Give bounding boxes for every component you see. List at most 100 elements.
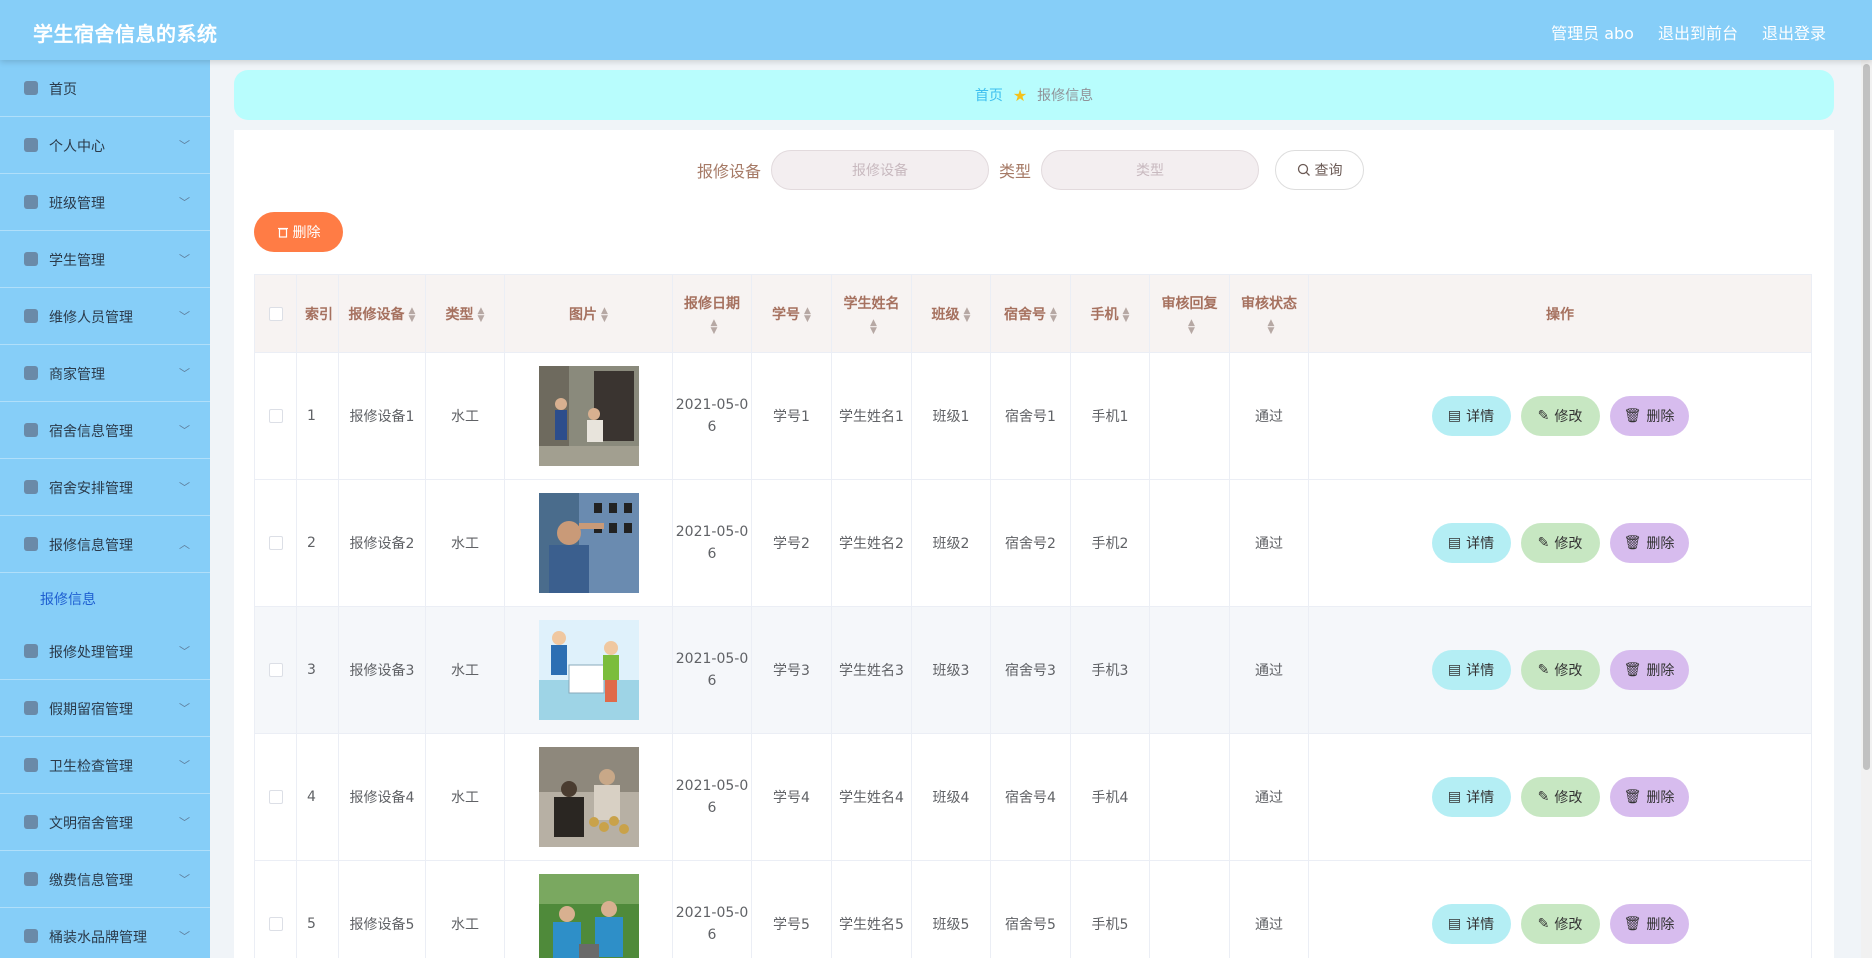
detail-button[interactable]: ▤ 详情 [1431,904,1511,944]
sort-icon[interactable]: ▲ ▼ [804,306,811,323]
edit-button[interactable]: ✎ 修改 [1520,904,1600,944]
chevron-icon: ﹀ [179,481,190,494]
table-row[interactable]: 1 报修设备1 水工 2021-05-0 6 学号1 学生姓名1 班级1 宿舍号1 手机1 通过 ▤ 详… [254,352,1812,480]
sidebar-item[interactable]: 宿舍安排管理 ﹀ [0,459,210,516]
sidebar-item[interactable]: 报修信息管理 ︿ [0,516,210,573]
column-header[interactable]: 图片 ▲ ▼ [504,274,673,353]
detail-button[interactable]: ▤ 详情 [1431,523,1511,563]
column-header[interactable]: 学号 ▲ ▼ [751,274,832,353]
repair-photo[interactable] [538,493,639,593]
column-header[interactable]: 报修设备 ▲ ▼ [338,274,426,353]
tool-icon [24,309,38,323]
detail-button[interactable]: ▤ 详情 [1431,650,1511,690]
class-cell: 班级1 [911,352,991,480]
repair-photo[interactable] [538,366,639,466]
edit-button[interactable]: ✎ 修改 [1520,650,1600,690]
chevron-icon: ︿ [179,538,190,551]
column-header[interactable]: 报修日期 ▲ ▼ [672,274,752,353]
delete-button[interactable]: 🗑 删除 [1609,523,1689,563]
sort-icon[interactable]: ▲ ▼ [711,318,718,335]
sort-icon[interactable]: ▲ ▼ [478,306,485,323]
sidebar-item-label: 宿舍安排管理 [49,481,133,497]
column-header[interactable]: 类型 ▲ ▼ [425,274,505,353]
sidebar-item[interactable]: 商家管理 ﹀ [0,345,210,402]
delete-button[interactable]: 🗑 删除 [1609,650,1689,690]
column-header-label: 报修设备 [348,306,405,323]
sidebar-item[interactable]: 假期留宿管理 ﹀ [0,680,210,737]
review-status-cell: 通过 [1229,479,1309,607]
sidebar-item[interactable]: 班级管理 ﹀ [0,174,210,231]
query-button[interactable]: 查询 [1275,150,1365,190]
sidebar-item[interactable]: 宿舍信息管理 ﹀ [0,402,210,459]
sort-icon[interactable]: ▲ ▼ [1268,318,1275,335]
scrollbar-thumb[interactable] [1863,64,1870,770]
column-header[interactable]: 手机 ▲ ▼ [1070,274,1150,353]
chevron-icon: ﹀ [179,816,190,829]
date-part: 2021-05-0 [675,905,749,921]
sidebar-item[interactable]: 报修处理管理 ﹀ [0,623,210,680]
chevron-icon: ﹀ [179,759,190,772]
edit-button[interactable]: ✎ 修改 [1520,396,1600,436]
delete-button[interactable]: 🗑 删除 [1609,777,1689,817]
actions-cell: ▤ 详情 ✎ 修改 🗑 删除 [1308,352,1812,480]
type-search-input[interactable]: 类型 [1041,150,1260,190]
sort-icon[interactable]: ▲ ▼ [409,306,416,323]
sort-icon[interactable]: ▲ ▼ [870,318,877,335]
sort-icon[interactable]: ▲ ▼ [1050,306,1057,323]
sort-icon[interactable]: ▲ ▼ [1123,306,1130,323]
sidebar-item[interactable]: 首页 [0,60,210,117]
sort-icon[interactable]: ▲ ▼ [1188,318,1195,335]
sidebar-item-label: 首页 [49,82,77,98]
delete-button[interactable]: 🗑 删除 [1609,396,1689,436]
edit-button[interactable]: ✎ 修改 [1520,777,1600,817]
table-row[interactable]: 5 报修设备5 水工 2021-05-0 6 学号5 学生姓名5 班级5 宿舍号5 手机5 通过 ▤ 详… [254,860,1812,958]
student-name-cell: 学生姓名5 [831,860,912,958]
detail-button[interactable]: ▤ 详情 [1431,396,1511,436]
breadcrumb-home[interactable]: 首页 [975,85,1003,105]
sort-icon[interactable]: ▲ ▼ [964,306,971,323]
sidebar-subitem-label: 报修信息 [40,592,96,608]
logout-link[interactable]: 退出登录 [1762,20,1826,44]
column-header[interactable]: 宿舍号 ▲ ▼ [990,274,1071,353]
review-status-cell: 通过 [1229,860,1309,958]
page-scrollbar[interactable] [1861,60,1872,958]
row-checkbox[interactable] [268,536,283,550]
repair-photo[interactable] [538,620,639,720]
sort-icon[interactable]: ▲ ▼ [601,306,608,323]
select-all-checkbox[interactable] [268,306,283,321]
column-header[interactable]: 班级 ▲ ▼ [911,274,991,353]
table-row[interactable]: 3 报修设备3 水工 2021-05-0 6 学号3 学生姓名3 班级3 宿舍号3 手机3 通过 ▤ 详… [254,606,1812,734]
row-checkbox[interactable] [268,917,283,931]
repair-photo[interactable] [538,747,639,847]
column-header[interactable]: 学生姓名 ▲ ▼ [831,274,912,353]
table-row[interactable]: 4 报修设备4 水工 2021-05-0 6 学号4 学生姓名4 班级4 宿舍号4 手机4 通过 ▤ 详… [254,733,1812,861]
detail-button[interactable]: ▤ 详情 [1431,777,1511,817]
delete-button[interactable]: 🗑 删除 [1609,904,1689,944]
type-cell: 水工 [425,479,505,607]
device-search-input[interactable]: 报修设备 [771,150,990,190]
sidebar-item[interactable]: 桶装水品牌管理 ﹀ [0,908,210,958]
sidebar-item[interactable]: 文明宿舍管理 ﹀ [0,794,210,851]
sidebar-item[interactable]: 学生管理 ﹀ [0,231,210,288]
sidebar-item[interactable]: 维修人员管理 ﹀ [0,288,210,345]
sidebar-item[interactable]: 卫生检查管理 ﹀ [0,737,210,794]
sidebar-item[interactable]: 个人中心 ﹀ [0,117,210,174]
class-cell: 班级2 [911,479,991,607]
edit-button[interactable]: ✎ 修改 [1520,523,1600,563]
sidebar-item[interactable]: 缴费信息管理 ﹀ [0,851,210,908]
class-cell: 班级5 [911,860,991,958]
edit-button-label: 修改 [1554,790,1583,806]
index-cell: 1 [296,352,339,480]
exit-to-front-link[interactable]: 退出到前台 [1658,20,1738,44]
repair-photo[interactable] [538,874,639,958]
column-header[interactable]: 审核回复 ▲ ▼ [1149,274,1230,353]
sidebar: 首页 个人中心 ﹀ 班级管理 ﹀ 学生管理 ﹀ 维修人员管理 ﹀ 商家管理 ﹀ 宿舍信息管理 ﹀ 宿舍安排… [0,60,210,958]
row-checkbox[interactable] [268,663,283,677]
batch-delete-button[interactable]: 删除 [254,212,343,252]
sidebar-item-label: 桶装水品牌管理 [49,930,147,946]
sidebar-subitem-repair-info[interactable]: 报修信息 [0,573,210,623]
column-header[interactable]: 审核状态 ▲ ▼ [1229,274,1309,353]
row-checkbox[interactable] [268,790,283,804]
row-checkbox[interactable] [268,409,283,423]
table-row[interactable]: 2 报修设备2 水工 2021-05-0 6 学号2 学生姓名2 班级2 宿舍号2 手机2 通过 ▤ 详… [254,479,1812,607]
